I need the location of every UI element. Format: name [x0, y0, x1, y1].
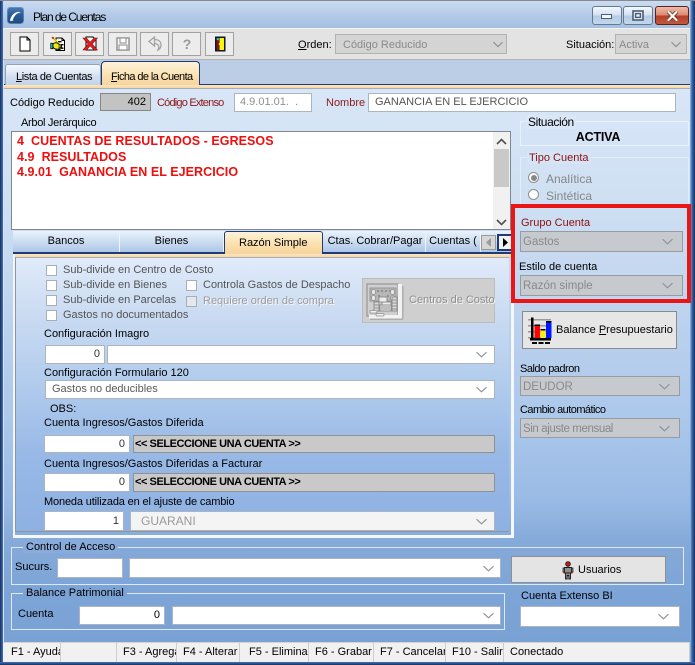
- svg-text:?: ?: [182, 36, 191, 52]
